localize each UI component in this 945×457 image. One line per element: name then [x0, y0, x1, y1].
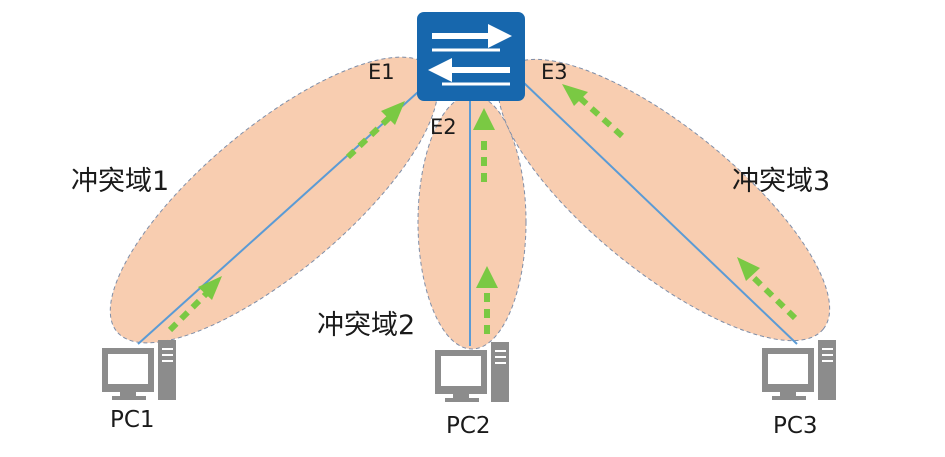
- pc3-icon[interactable]: [762, 340, 836, 400]
- port-label-e3: E3: [541, 60, 568, 84]
- pc3-label: PC3: [773, 413, 818, 439]
- collision-domain-3-label: 冲突域3: [732, 166, 830, 197]
- pc2-label: PC2: [446, 413, 491, 439]
- pc1-label: PC1: [110, 407, 155, 433]
- port-label-e1: E1: [368, 60, 395, 84]
- collision-domain-1-label: 冲突域1: [71, 166, 169, 197]
- port-label-e2: E2: [430, 115, 457, 139]
- pc2-icon[interactable]: [435, 342, 509, 402]
- collision-domain-1-ellipse: [109, 56, 439, 344]
- collision-domain-diagram: E1 E2 E3 冲突域1 冲突域2 冲突域3 PC1 PC2 PC3: [71, 12, 836, 439]
- switch-icon[interactable]: [417, 12, 525, 101]
- collision-domain-2-label: 冲突域2: [317, 310, 415, 341]
- pc1-icon[interactable]: [102, 340, 176, 400]
